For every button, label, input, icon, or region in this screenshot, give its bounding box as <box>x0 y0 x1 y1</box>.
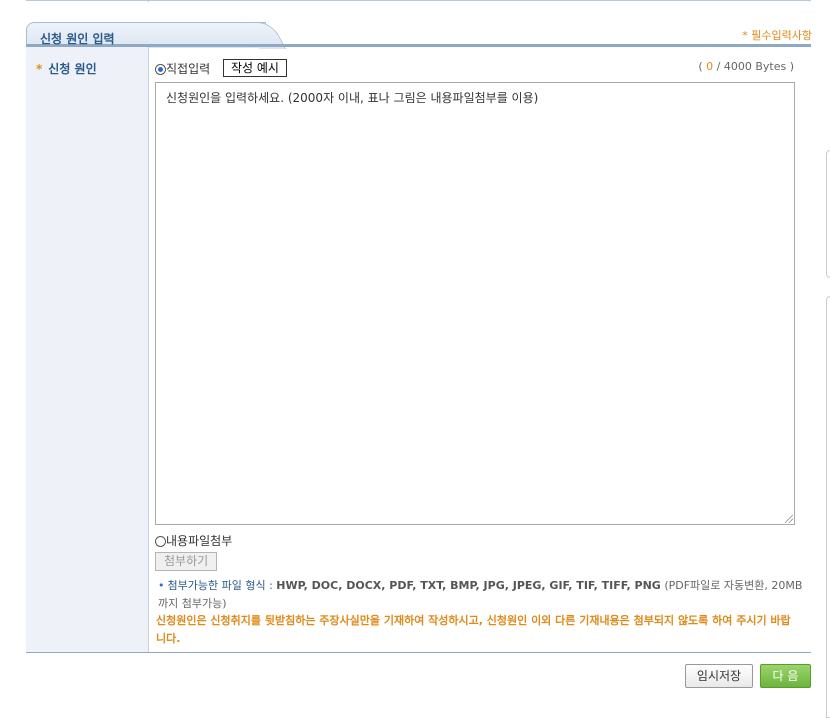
direct-input-radio[interactable] <box>155 64 166 75</box>
required-note: * 필수입력사항 <box>742 29 812 42</box>
next-button[interactable]: 다 음 <box>760 664 811 688</box>
top-divider <box>26 0 811 1</box>
file-attach-radio[interactable] <box>155 536 166 547</box>
required-star: * <box>36 62 43 76</box>
top-divider-tick <box>148 0 149 2</box>
file-format-label: 첨부가능한 파일 형식 : <box>167 579 277 592</box>
field-label: * 신청 원인 <box>36 60 97 77</box>
field-label-text: 신청 원인 <box>48 62 97 76</box>
section-title: 신청 원인 입력 <box>40 32 115 46</box>
bullet-icon: • <box>158 579 165 592</box>
side-panel-edge-lower <box>826 296 830 718</box>
warning-text: 신청원인은 신청취지를 뒷받침하는 주장사실만을 기재하여 작성하시고, 신청원… <box>156 614 791 645</box>
byte-counter: ( 0 / 4000 Bytes ) <box>698 60 794 73</box>
file-attach-label: 내용파일첨부 <box>166 534 233 548</box>
file-attach-option[interactable]: 내용파일첨부 <box>155 532 232 549</box>
label-column <box>26 47 149 652</box>
reason-placeholder: 신청원인을 입력하세요. (2000자 이내, 표나 그림은 내용파일첨부를 이… <box>166 91 539 105</box>
temp-save-button[interactable]: 임시저장 <box>685 664 753 688</box>
direct-input-option[interactable]: 직접입력 <box>155 60 210 77</box>
attach-button[interactable]: 첨부하기 <box>155 552 218 571</box>
resize-handle-icon[interactable] <box>785 515 793 523</box>
byte-limit: / 4000 Bytes ) <box>713 60 794 73</box>
reason-textarea[interactable]: 신청원인을 입력하세요. (2000자 이내, 표나 그림은 내용파일첨부를 이… <box>155 82 795 525</box>
side-panel-edge <box>826 150 830 278</box>
bottom-divider <box>26 652 811 653</box>
direct-input-label: 직접입력 <box>166 62 211 76</box>
file-format-info: • 첨부가능한 파일 형식 : HWP, DOC, DOCX, PDF, TXT,… <box>158 577 808 613</box>
byte-counter-open: ( <box>698 60 707 73</box>
file-format-types: HWP, DOC, DOCX, PDF, TXT, BMP, JPG, JPEG… <box>276 579 661 592</box>
writing-example-button[interactable]: 작성 예시 <box>223 59 287 77</box>
